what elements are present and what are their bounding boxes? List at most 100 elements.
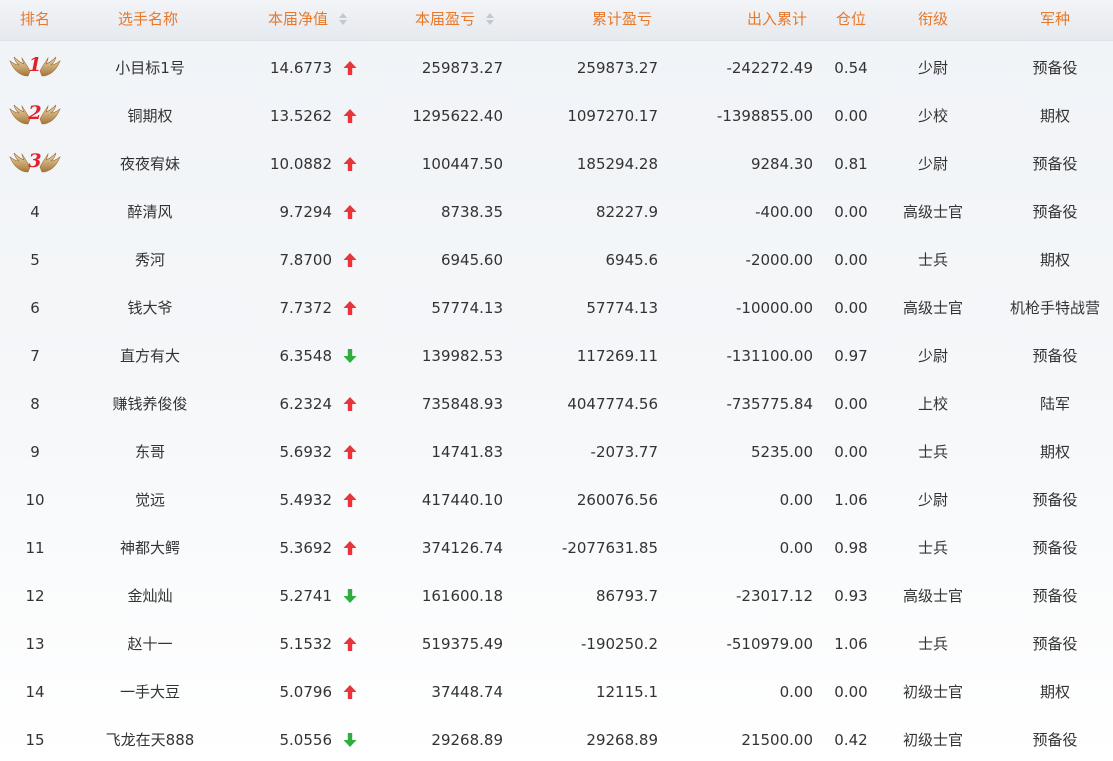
nav-value: 14.6773: [269, 59, 332, 77]
player-name[interactable]: 夜夜宥妹: [90, 140, 210, 188]
arm-value: 期权: [1039, 683, 1070, 701]
rank-number: 8: [30, 395, 40, 413]
cash-flow-value: -23017.12: [736, 587, 813, 605]
title-rank-value: 初级士官: [902, 683, 963, 701]
header-name[interactable]: 选手名称: [118, 0, 178, 40]
header-position[interactable]: 仓位: [836, 0, 866, 40]
rank-cell: 2: [0, 92, 70, 140]
cash-flow-value: -10000.00: [736, 299, 813, 317]
trend-cell: [341, 668, 359, 716]
arrow-up-icon: [343, 493, 357, 507]
cum-pnl-value: 12115.1: [595, 683, 658, 701]
player-name[interactable]: 飞龙在天888: [90, 716, 210, 761]
cum-pnl-value: 6945.6: [605, 251, 659, 269]
nav-value: 6.3548: [279, 347, 333, 365]
rank-cell: 10: [0, 476, 70, 524]
header-nav[interactable]: 本届净值: [268, 0, 348, 40]
header-rank[interactable]: 排名: [20, 0, 50, 40]
title-rank-value: 少尉: [917, 59, 948, 77]
player-name[interactable]: 觉远: [90, 476, 210, 524]
player-name[interactable]: 铜期权: [90, 92, 210, 140]
pnl-value: 14741.83: [431, 443, 503, 461]
nav-value: 5.4932: [279, 491, 333, 509]
sort-icon[interactable]: [339, 12, 348, 26]
table-row[interactable]: 15 飞龙在天888 5.0556 29268.89 29268.89 2150…: [0, 716, 1113, 761]
arm-value: 预备役: [1032, 731, 1078, 749]
player-name[interactable]: 钱大爷: [90, 284, 210, 332]
sort-icon[interactable]: [486, 12, 495, 26]
cum-pnl-value: -190250.2: [581, 635, 658, 653]
player-name[interactable]: 一手大豆: [90, 668, 210, 716]
arrow-up-icon: [343, 637, 357, 651]
arm-value: 预备役: [1032, 539, 1078, 557]
rank-number: 12: [25, 587, 45, 605]
player-name[interactable]: 东哥: [90, 428, 210, 476]
table-row[interactable]: 2 铜期权 13.5262 1295622.40 1097270.17 -139…: [0, 92, 1113, 140]
title-rank-value: 士兵: [917, 539, 948, 557]
cash-flow-value: -2000.00: [745, 251, 813, 269]
pnl-value: 417440.10: [421, 491, 503, 509]
arrow-down-icon: [343, 589, 357, 603]
header-title-rank[interactable]: 衔级: [918, 0, 948, 40]
player-name[interactable]: 神都大鳄: [90, 524, 210, 572]
title-rank-value: 士兵: [917, 251, 948, 269]
table-row[interactable]: 12 金灿灿 5.2741 161600.18 86793.7 -23017.1…: [0, 572, 1113, 620]
player-name[interactable]: 小目标1号: [90, 44, 210, 92]
rank-number: 10: [25, 491, 45, 509]
nav-value: 5.0796: [279, 683, 333, 701]
table-row[interactable]: 9 东哥 5.6932 14741.83 -2073.77 5235.00 0.…: [0, 428, 1113, 476]
player-name[interactable]: 金灿灿: [90, 572, 210, 620]
cash-flow-value: 21500.00: [741, 731, 813, 749]
header-pnl[interactable]: 本届盈亏: [415, 0, 495, 40]
cash-flow-value: 0.00: [779, 683, 813, 701]
arm-value: 期权: [1039, 443, 1070, 461]
cum-pnl-value: 29268.89: [586, 731, 658, 749]
pnl-value: 735848.93: [421, 395, 503, 413]
title-rank-value: 初级士官: [902, 731, 963, 749]
rank-number: 6: [30, 299, 40, 317]
table-row[interactable]: 6 钱大爷 7.7372 57774.13 57774.13 -10000.00…: [0, 284, 1113, 332]
arrow-up-icon: [343, 61, 357, 75]
nav-value: 5.6932: [279, 443, 333, 461]
arrow-up-icon: [343, 685, 357, 699]
table-row[interactable]: 10 觉远 5.4932 417440.10 260076.56 0.00 1.…: [0, 476, 1113, 524]
table-row[interactable]: 1 小目标1号 14.6773 259873.27 259873.27 -242…: [0, 44, 1113, 92]
trend-cell: [341, 332, 359, 380]
rank-number: 7: [30, 347, 40, 365]
position-value: 0.97: [834, 347, 868, 365]
rank-cell: 11: [0, 524, 70, 572]
trend-cell: [341, 716, 359, 761]
player-name[interactable]: 秀河: [90, 236, 210, 284]
position-value: 1.06: [834, 635, 868, 653]
player-name[interactable]: 赚钱养俊俊: [90, 380, 210, 428]
cash-flow-value: -400.00: [755, 203, 813, 221]
medal-rank-number: 1: [28, 54, 41, 76]
cash-flow-value: -1398855.00: [716, 107, 813, 125]
header-cum-pnl[interactable]: 累计盈亏: [592, 0, 652, 40]
table-row[interactable]: 14 一手大豆 5.0796 37448.74 12115.1 0.00 0.0…: [0, 668, 1113, 716]
table-row[interactable]: 7 直方有大 6.3548 139982.53 117269.11 -13110…: [0, 332, 1113, 380]
table-row[interactable]: 3 夜夜宥妹 10.0882 100447.50 185294.28 9284.…: [0, 140, 1113, 188]
table-row[interactable]: 8 赚钱养俊俊 6.2324 735848.93 4047774.56 -735…: [0, 380, 1113, 428]
rank-cell: 3: [0, 140, 70, 188]
cum-pnl-value: 1097270.17: [567, 107, 658, 125]
header-arm[interactable]: 军种: [1040, 0, 1070, 40]
title-rank-value: 少尉: [917, 347, 948, 365]
header-cash-flow[interactable]: 出入累计: [747, 0, 807, 40]
table-header: 排名 选手名称 本届净值 本届盈亏 累计盈亏 出入累计 仓位 衔级 军种: [0, 0, 1113, 41]
winged-medal-icon: 2: [9, 102, 61, 125]
table-row[interactable]: 11 神都大鳄 5.3692 374126.74 -2077631.85 0.0…: [0, 524, 1113, 572]
player-name[interactable]: 醉清风: [90, 188, 210, 236]
trend-cell: [341, 188, 359, 236]
player-name[interactable]: 赵十一: [90, 620, 210, 668]
player-name[interactable]: 直方有大: [90, 332, 210, 380]
medal-rank-number: 2: [27, 102, 41, 124]
rank-cell: 4: [0, 188, 70, 236]
table-row[interactable]: 5 秀河 7.8700 6945.60 6945.6 -2000.00 0.00…: [0, 236, 1113, 284]
table-row[interactable]: 13 赵十一 5.1532 519375.49 -190250.2 -51097…: [0, 620, 1113, 668]
table-row[interactable]: 4 醉清风 9.7294 8738.35 82227.9 -400.00 0.0…: [0, 188, 1113, 236]
position-value: 0.81: [834, 155, 868, 173]
title-rank-value: 高级士官: [902, 299, 963, 317]
pnl-value: 519375.49: [421, 635, 503, 653]
header-pnl-label: 本届盈亏: [415, 10, 476, 28]
